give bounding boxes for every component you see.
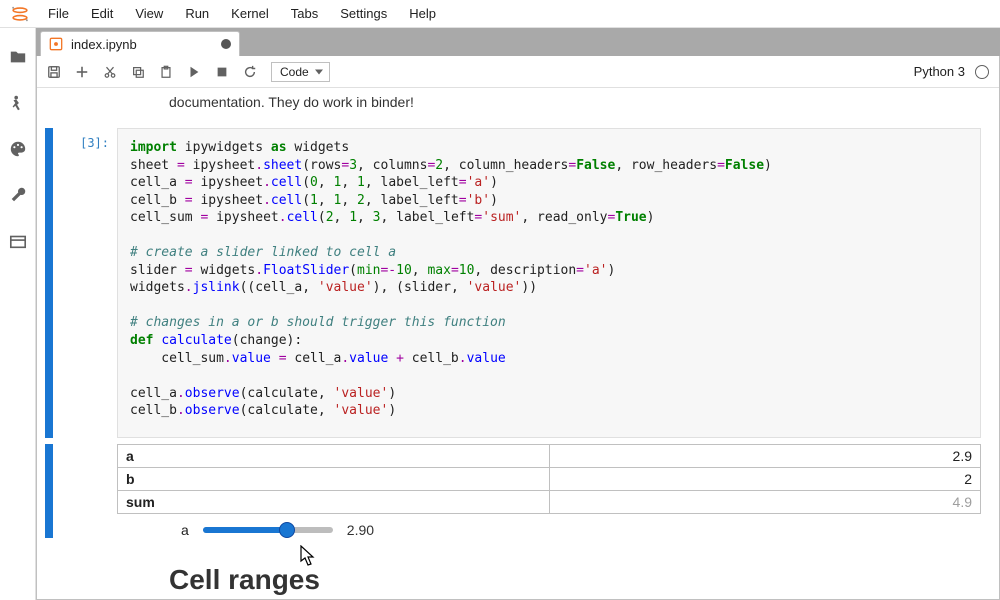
float-slider[interactable] [203,527,333,533]
row-value[interactable]: 2 [549,468,981,491]
output-prompt [57,444,117,538]
table-row[interactable]: sum4.9 [118,491,981,514]
notebook-icon [49,37,63,51]
kernel-status-icon [975,65,989,79]
slider-thumb-icon[interactable] [279,522,295,538]
running-icon[interactable] [9,94,27,112]
wrench-icon[interactable] [9,186,27,204]
markdown-fragment: documentation. They do work in binder! [169,94,981,110]
menu-kernel[interactable]: Kernel [221,2,279,25]
slider-label: a [181,522,189,538]
cell-active-indicator [45,444,53,538]
code-editor[interactable]: import ipywidgets as widgets sheet = ipy… [117,128,981,438]
menu-help[interactable]: Help [399,2,446,25]
save-icon[interactable] [47,65,61,79]
row-value[interactable]: 2.9 [549,445,981,468]
slider-readout: 2.90 [347,522,374,538]
paste-icon[interactable] [159,65,173,79]
cut-icon[interactable] [103,65,117,79]
cell-active-indicator [45,128,53,438]
jupyter-logo-icon [8,2,32,26]
menu-run[interactable]: Run [175,2,219,25]
cell-prompt: [3]: [57,128,117,438]
menu-tabs[interactable]: Tabs [281,2,328,25]
run-icon[interactable] [187,65,201,79]
menu-settings[interactable]: Settings [330,2,397,25]
restart-icon[interactable] [243,65,257,79]
menu-view[interactable]: View [125,2,173,25]
folder-icon[interactable] [9,48,27,66]
ipysheet-table[interactable]: a2.9b2sum4.9 [117,444,981,514]
stop-icon[interactable] [215,65,229,79]
cell-type-select[interactable]: Code [271,62,330,82]
tab-label: index.ipynb [71,37,213,52]
row-label: a [118,445,550,468]
add-cell-icon[interactable] [75,65,89,79]
copy-icon[interactable] [131,65,145,79]
row-label: b [118,468,550,491]
kernel-name[interactable]: Python 3 [914,64,965,79]
menu-edit[interactable]: Edit [81,2,123,25]
table-row[interactable]: b2 [118,468,981,491]
unsaved-dot-icon [221,39,231,49]
table-row[interactable]: a2.9 [118,445,981,468]
palette-icon[interactable] [9,140,27,158]
markdown-heading: Cell ranges [169,564,981,596]
row-label: sum [118,491,550,514]
row-value[interactable]: 4.9 [549,491,981,514]
menu-file[interactable]: File [38,2,79,25]
tab-index-ipynb[interactable]: index.ipynb [40,31,240,56]
tabs-icon[interactable] [9,232,27,250]
